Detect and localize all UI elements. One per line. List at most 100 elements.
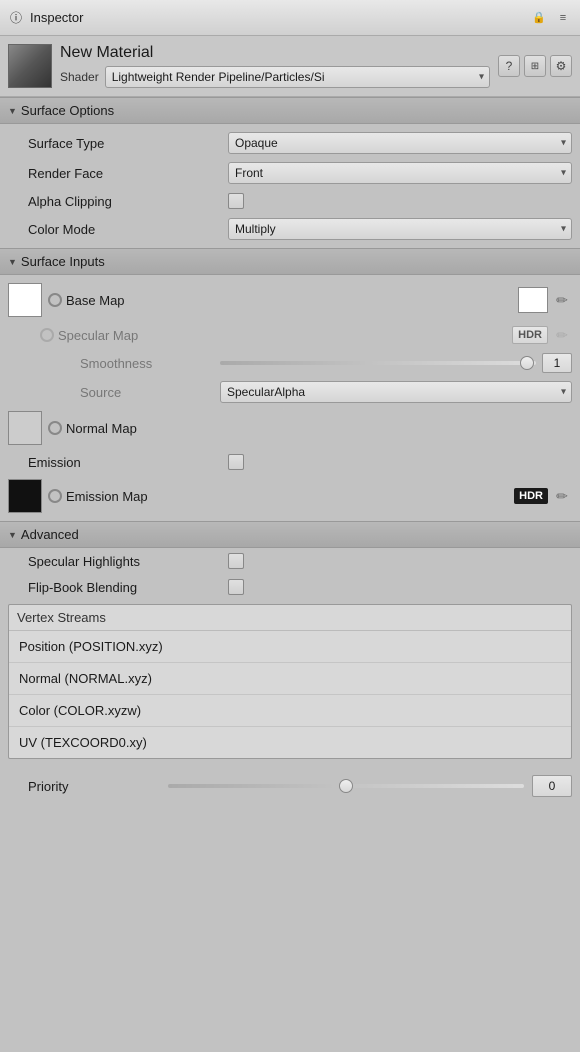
- color-mode-row: Color Mode Multiply Additive Subtractive…: [0, 214, 580, 244]
- render-face-select-wrapper: Front Back Both: [228, 162, 572, 184]
- priority-slider-track[interactable]: [168, 784, 524, 788]
- help-button[interactable]: ?: [498, 55, 520, 77]
- shader-dropdown-wrapper: Lightweight Render Pipeline/Particles/Si: [105, 66, 490, 88]
- base-map-edit-icon[interactable]: ✏: [552, 290, 572, 310]
- material-name: New Material: [60, 44, 490, 62]
- smoothness-slider-thumb[interactable]: [520, 356, 534, 370]
- smoothness-label: Smoothness: [80, 356, 220, 371]
- priority-slider-container: 0: [168, 775, 572, 797]
- inspector-icon: ⓘ: [8, 10, 24, 26]
- emission-map-edit-icon[interactable]: ✏: [552, 486, 572, 506]
- vertex-stream-color: Color (COLOR.xyzw): [9, 695, 571, 727]
- surface-type-label: Surface Type: [28, 136, 228, 151]
- specular-map-row: Specular Map HDR ✏: [0, 321, 580, 349]
- color-mode-select-wrapper: Multiply Additive Subtractive Overlay Co…: [228, 218, 572, 240]
- specular-hdr-badge[interactable]: HDR: [512, 326, 548, 344]
- base-map-row: Base Map ✏: [0, 279, 580, 321]
- emission-map-row: Emission Map HDR ✏: [0, 475, 580, 517]
- emission-control: [228, 454, 572, 470]
- alpha-clipping-label: Alpha Clipping: [28, 194, 228, 209]
- color-mode-select[interactable]: Multiply Additive Subtractive Overlay Co…: [228, 218, 572, 240]
- flipbook-blending-control: [228, 579, 572, 595]
- title-bar-title: Inspector: [30, 10, 83, 25]
- material-preview-thumbnail: [8, 44, 52, 88]
- specular-map-circle-icon: [40, 328, 54, 342]
- normal-map-controls: Normal Map: [48, 421, 572, 436]
- alpha-clipping-row: Alpha Clipping: [0, 188, 580, 214]
- menu-icon[interactable]: ≡: [554, 9, 572, 27]
- vertex-streams-header: Vertex Streams: [9, 605, 571, 631]
- emission-map-label: Emission Map: [66, 489, 148, 504]
- color-mode-control: Multiply Additive Subtractive Overlay Co…: [228, 218, 572, 240]
- specular-highlights-checkbox[interactable]: [228, 553, 244, 569]
- emission-row: Emission: [0, 449, 580, 475]
- specular-highlights-control: [228, 553, 572, 569]
- render-face-select[interactable]: Front Back Both: [228, 162, 572, 184]
- smoothness-slider-track[interactable]: [220, 361, 536, 365]
- surface-inputs-label: Surface Inputs: [21, 254, 105, 269]
- source-control: SpecularAlpha BaseAlpha: [220, 381, 572, 403]
- specular-map-edit-icon[interactable]: ✏: [552, 325, 572, 345]
- alpha-clipping-control: [228, 193, 572, 209]
- advanced-label: Advanced: [21, 527, 79, 542]
- triangle-icon-3: ▼: [8, 530, 17, 540]
- shader-row: Shader Lightweight Render Pipeline/Parti…: [60, 66, 490, 88]
- normal-map-label: Normal Map: [66, 421, 137, 436]
- vertex-stream-normal: Normal (NORMAL.xyz): [9, 663, 571, 695]
- surface-inputs-header[interactable]: ▼ Surface Inputs: [0, 248, 580, 275]
- surface-type-select[interactable]: Opaque Transparent: [228, 132, 572, 154]
- emission-label: Emission: [28, 455, 228, 470]
- render-face-row: Render Face Front Back Both: [0, 158, 580, 188]
- surface-type-control: Opaque Transparent: [228, 132, 572, 154]
- settings-button[interactable]: ⚙: [550, 55, 572, 77]
- smoothness-value[interactable]: 1: [542, 353, 572, 373]
- smoothness-control: 1: [220, 353, 572, 373]
- open-button[interactable]: ⊞: [524, 55, 546, 77]
- specular-map-label: Specular Map: [58, 328, 138, 343]
- triangle-icon: ▼: [8, 106, 17, 116]
- normal-map-thumb[interactable]: [8, 411, 42, 445]
- material-info: New Material Shader Lightweight Render P…: [60, 44, 490, 88]
- alpha-clipping-checkbox[interactable]: [228, 193, 244, 209]
- advanced-section: Specular Highlights Flip-Book Blending V…: [0, 548, 580, 805]
- shader-label: Shader: [60, 70, 99, 84]
- normal-map-row: Normal Map: [0, 407, 580, 449]
- flipbook-blending-row: Flip-Book Blending: [0, 574, 580, 600]
- base-map-circle-icon: [48, 293, 62, 307]
- priority-label: Priority: [28, 779, 168, 794]
- surface-type-select-wrapper: Opaque Transparent: [228, 132, 572, 154]
- surface-options-section: Surface Type Opaque Transparent Render F…: [0, 124, 580, 248]
- priority-slider-thumb[interactable]: [339, 779, 353, 793]
- specular-map-controls: Specular Map: [40, 328, 512, 343]
- vertex-stream-uv: UV (TEXCOORD0.xy): [9, 727, 571, 758]
- surface-options-header[interactable]: ▼ Surface Options: [0, 97, 580, 124]
- lock-icon[interactable]: 🔒: [530, 9, 548, 27]
- base-map-color-swatch[interactable]: [518, 287, 548, 313]
- source-label: Source: [80, 385, 220, 400]
- shader-select[interactable]: Lightweight Render Pipeline/Particles/Si: [105, 66, 490, 88]
- emission-map-thumb[interactable]: [8, 479, 42, 513]
- specular-highlights-label: Specular Highlights: [28, 554, 228, 569]
- emission-map-circle-icon: [48, 489, 62, 503]
- base-map-label: Base Map: [66, 293, 125, 308]
- render-face-label: Render Face: [28, 166, 228, 181]
- priority-row: Priority 0: [0, 767, 580, 805]
- normal-map-circle-icon: [48, 421, 62, 435]
- emission-hdr-badge[interactable]: HDR: [514, 488, 548, 504]
- base-map-thumb[interactable]: [8, 283, 42, 317]
- vertex-stream-position: Position (POSITION.xyz): [9, 631, 571, 663]
- material-header-buttons: ? ⊞ ⚙: [498, 55, 572, 77]
- emission-checkbox[interactable]: [228, 454, 244, 470]
- render-face-control: Front Back Both: [228, 162, 572, 184]
- advanced-header[interactable]: ▼ Advanced: [0, 521, 580, 548]
- source-select-wrapper: SpecularAlpha BaseAlpha: [220, 381, 572, 403]
- base-map-controls: Base Map: [48, 293, 518, 308]
- vertex-streams-container: Vertex Streams Position (POSITION.xyz) N…: [8, 604, 572, 759]
- specular-highlights-row: Specular Highlights: [0, 548, 580, 574]
- smoothness-row: Smoothness 1: [0, 349, 580, 377]
- source-row: Source SpecularAlpha BaseAlpha: [0, 377, 580, 407]
- source-select[interactable]: SpecularAlpha BaseAlpha: [220, 381, 572, 403]
- flipbook-blending-checkbox[interactable]: [228, 579, 244, 595]
- title-bar-controls: 🔒 ≡: [530, 9, 572, 27]
- priority-value[interactable]: 0: [532, 775, 572, 797]
